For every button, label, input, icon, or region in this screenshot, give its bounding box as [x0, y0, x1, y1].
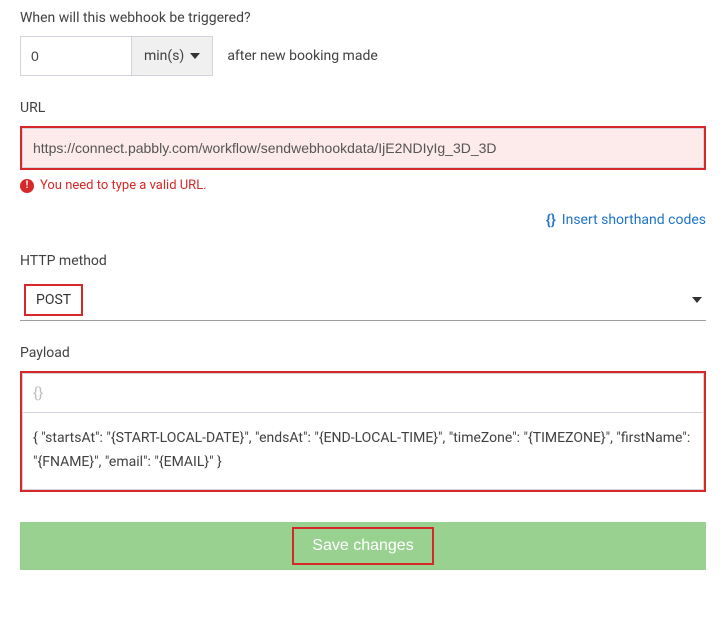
- payload-placeholder: {}: [22, 373, 704, 412]
- url-section: URL ! You need to type a valid URL. {} I…: [20, 100, 706, 229]
- insert-shorthand-link[interactable]: {} Insert shorthand codes: [20, 211, 706, 229]
- trigger-row: min(s) after new booking made: [20, 36, 706, 76]
- save-label: Save changes: [312, 537, 413, 554]
- http-method-value-highlight: POST: [24, 284, 83, 316]
- save-changes-button[interactable]: Save changes: [20, 522, 706, 570]
- trigger-question: When will this webhook be triggered?: [20, 10, 706, 26]
- error-icon: !: [20, 179, 34, 193]
- trigger-suffix-text: after new booking made: [227, 48, 377, 64]
- url-input[interactable]: [22, 128, 704, 168]
- url-input-highlight: [20, 126, 706, 170]
- caret-down-icon: [190, 53, 200, 59]
- payload-highlight: {} { "startsAt": "{START-LOCAL-DATE}", "…: [20, 371, 706, 492]
- shorthand-label: Insert shorthand codes: [562, 212, 706, 228]
- url-error-row: ! You need to type a valid URL.: [20, 178, 706, 193]
- payload-section: Payload {} { "startsAt": "{START-LOCAL-D…: [20, 345, 706, 492]
- save-row: Save changes: [20, 522, 706, 570]
- http-method-label: HTTP method: [20, 253, 706, 269]
- save-label-highlight: Save changes: [292, 527, 433, 565]
- trigger-section: When will this webhook be triggered? min…: [20, 10, 706, 76]
- payload-label: Payload: [20, 345, 706, 361]
- trigger-delay-input[interactable]: [20, 36, 132, 76]
- payload-textarea[interactable]: { "startsAt": "{START-LOCAL-DATE}", "end…: [22, 412, 704, 490]
- url-label: URL: [20, 100, 706, 116]
- trigger-unit-select[interactable]: min(s): [132, 36, 213, 76]
- url-error-text: You need to type a valid URL.: [40, 178, 207, 193]
- http-method-value: POST: [36, 292, 71, 308]
- trigger-unit-label: min(s): [144, 48, 184, 64]
- braces-icon: {}: [546, 211, 556, 229]
- http-method-section: HTTP method POST: [20, 253, 706, 321]
- caret-down-icon: [692, 297, 702, 303]
- http-method-select[interactable]: POST: [20, 279, 706, 321]
